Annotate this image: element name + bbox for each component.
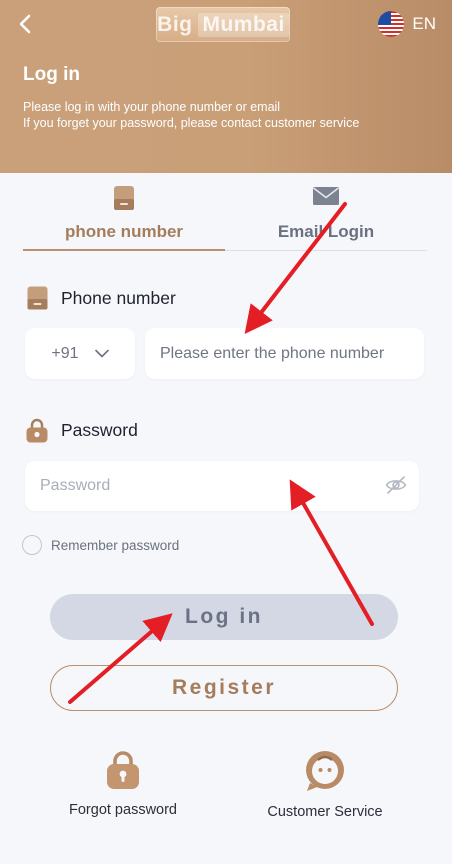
back-arrow-icon[interactable] (14, 12, 38, 36)
phone-input[interactable] (145, 328, 424, 379)
phone-icon (114, 186, 134, 210)
tab-phone-label: phone number (64, 222, 184, 241)
forgot-password-label: Forgot password (69, 802, 177, 818)
header: Big Mumbai EN Log in Please log in with … (0, 0, 452, 173)
country-code-select[interactable]: +91 (25, 328, 135, 379)
remember-label: Remember password (51, 537, 180, 553)
remember-radio[interactable] (22, 535, 42, 555)
password-input[interactable] (25, 461, 419, 511)
eye-off-icon[interactable] (385, 475, 407, 495)
tab-email-label: Email Login (277, 222, 375, 241)
language-label: EN (412, 14, 436, 33)
chevron-down-icon (94, 349, 109, 358)
remember-password[interactable]: Remember password (22, 535, 179, 555)
phone-input-box (145, 328, 424, 379)
login-tabs: phone number Email Login (23, 180, 427, 251)
customer-service-label: Customer Service (267, 804, 383, 820)
lock-icon (107, 751, 139, 789)
lock-icon (26, 418, 48, 443)
us-flag-icon (378, 11, 405, 37)
page-subtitle: Please log in with your phone number or … (23, 99, 359, 131)
register-button[interactable]: Register (50, 665, 398, 711)
password-input-box (25, 461, 419, 511)
tab-phone-number[interactable]: phone number (23, 180, 225, 251)
customer-service-icon (306, 751, 344, 791)
login-button[interactable]: Log in (50, 594, 398, 640)
mail-icon (313, 187, 339, 205)
tab-email-login[interactable]: Email Login (225, 180, 427, 250)
phone-number-text: Phone number (61, 287, 176, 308)
customer-service-link[interactable]: Customer Service (250, 750, 400, 820)
phone-icon (27, 286, 48, 310)
password-label: Password (26, 418, 138, 443)
subtitle-line-2: If you forget your password, please cont… (23, 116, 360, 130)
page-title: Log in (23, 64, 80, 85)
logo-text-2: Mumbai (198, 12, 289, 37)
phone-number-label: Phone number (27, 286, 176, 310)
logo-text-1: Big (157, 12, 193, 36)
password-text: Password (61, 420, 138, 440)
forgot-password-link[interactable]: Forgot password (48, 750, 198, 818)
country-code-value: +91 (51, 344, 79, 362)
brand-logo: Big Mumbai (156, 7, 290, 42)
subtitle-line-1: Please log in with your phone number or … (23, 100, 281, 114)
language-selector[interactable]: EN (378, 11, 436, 37)
